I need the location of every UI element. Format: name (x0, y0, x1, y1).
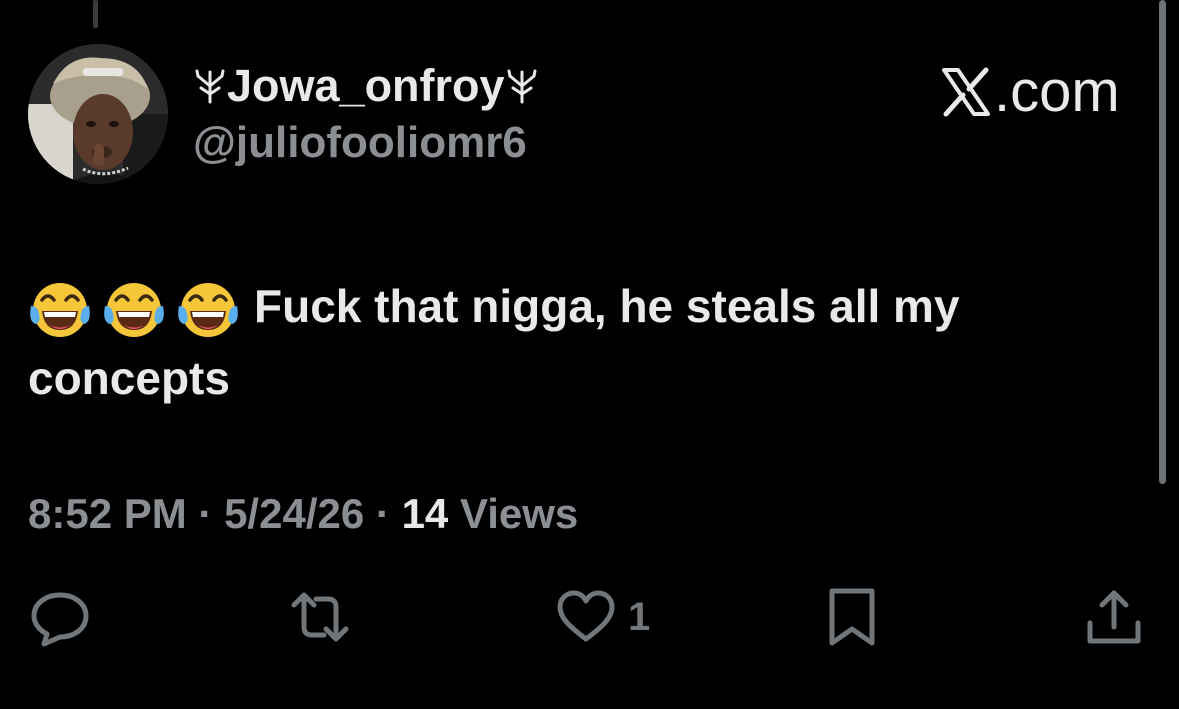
site-domain: .com (994, 59, 1120, 124)
share-button[interactable] (1084, 585, 1144, 649)
tears-of-joy-icon (176, 278, 240, 342)
display-name-text: Jowa_onfroy (227, 60, 505, 111)
x-logo-icon (940, 66, 992, 118)
display-name[interactable]: Jowa_onfroy (193, 60, 539, 112)
bookmark-icon (829, 588, 875, 646)
tweet-text-line1: Fuck that nigga, he steals all my (254, 280, 960, 332)
tears-of-joy-icon (102, 278, 166, 342)
retweet-icon (291, 592, 349, 642)
snowflake-symbol-icon (193, 66, 227, 106)
site-watermark: .com (940, 58, 1120, 125)
tweet-date[interactable]: 5/24/26 (224, 490, 364, 537)
reply-icon (31, 592, 89, 647)
heart-icon (557, 590, 615, 642)
tears-of-joy-icon (28, 278, 92, 342)
tweet-text-line2: concepts (28, 352, 230, 404)
avatar-image (28, 44, 168, 184)
tweet-time[interactable]: 8:52 PM (28, 490, 187, 537)
snowflake-symbol-icon (505, 66, 539, 106)
bookmark-button[interactable] (822, 585, 882, 649)
reply-button[interactable] (30, 585, 90, 649)
like-count: 1 (628, 594, 651, 639)
share-icon (1087, 590, 1141, 644)
meta-separator: · (198, 490, 213, 537)
scrollbar[interactable] (1159, 0, 1166, 484)
tweet-text: Fuck that nigga, he steals all my concep… (28, 270, 1138, 414)
user-handle[interactable]: @juliofooliomr6 (193, 118, 527, 168)
meta-separator: · (375, 490, 390, 537)
like-button[interactable]: 1 (556, 585, 650, 649)
tweet-meta: 8:52 PM · 5/24/26 · 14 Views (28, 490, 578, 538)
action-bar: 1 (0, 585, 1179, 649)
emoji-group (28, 278, 240, 342)
thread-connector-line (93, 0, 98, 28)
avatar[interactable] (28, 44, 168, 184)
views-label[interactable]: Views (460, 490, 578, 537)
views-count[interactable]: 14 (402, 490, 449, 537)
retweet-button[interactable] (290, 585, 350, 649)
